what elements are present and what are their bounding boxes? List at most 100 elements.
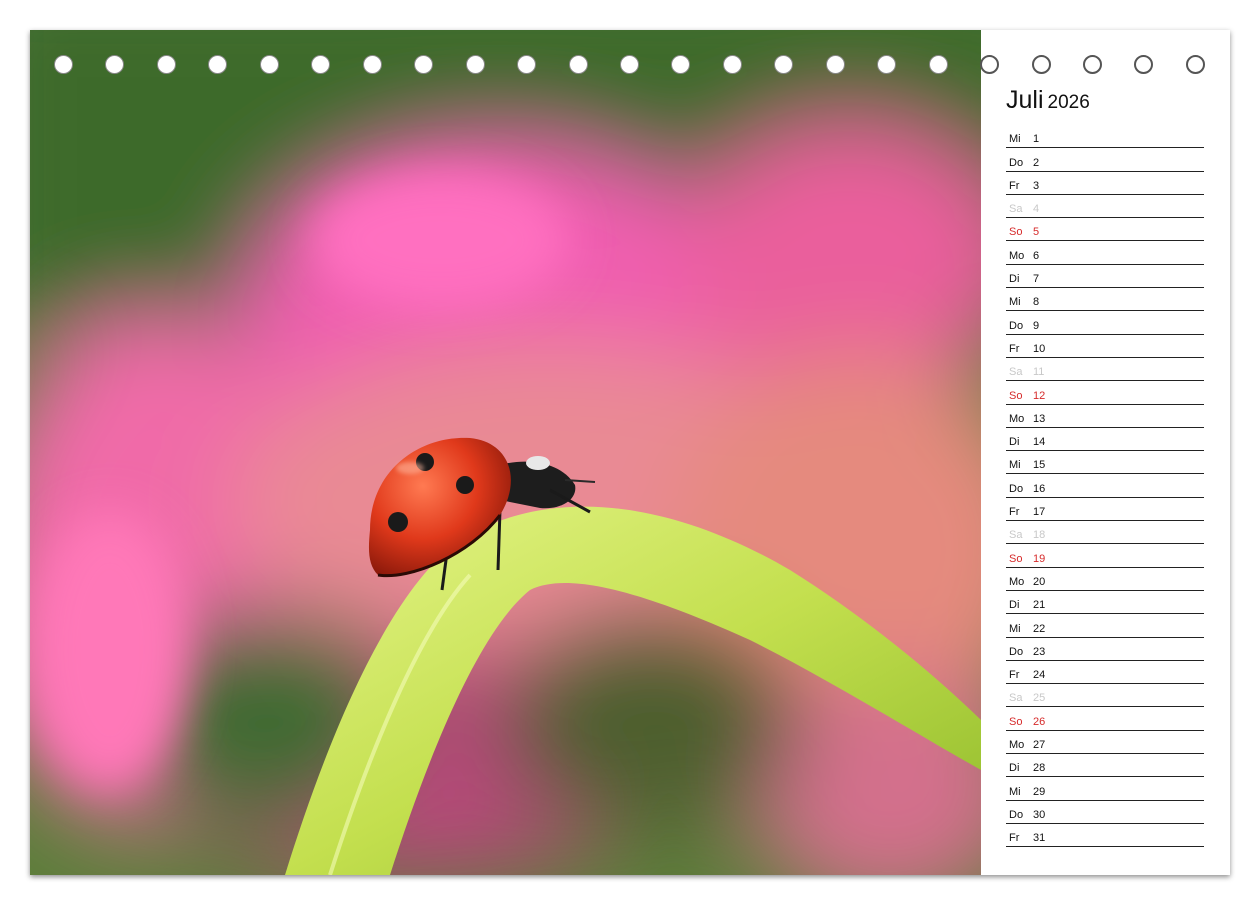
day-list: Mi 1 Do 2 Fr 3 Sa 4 So 5 Mo 6 Di 7 Mi 8 Do 9 Fr 10 Sa 11 So 12 M… [1006, 125, 1204, 848]
weekday-label: Sa [1009, 203, 1023, 216]
weekday-label: Mi [1009, 133, 1021, 146]
day-number: 21 [1033, 599, 1046, 612]
day-number: 24 [1033, 669, 1046, 682]
calendar-panel: Juli 2026 Mi 1 Do 2 Fr 3 Sa 4 So 5 Mo 6 Di 7 Mi 8 Do 9 Fr 10… [981, 30, 1230, 875]
day-row: Mo 6 [1006, 241, 1204, 265]
day-row: Mi 15 [1006, 451, 1204, 475]
weekday-label: Mo [1009, 739, 1025, 752]
day-row: Di 7 [1006, 265, 1204, 289]
weekday-label: Fr [1009, 506, 1020, 519]
day-number: 1 [1033, 133, 1040, 146]
weekday-label: Di [1009, 599, 1020, 612]
day-row: So 19 [1006, 544, 1204, 568]
day-row: Mo 13 [1006, 405, 1204, 428]
month-name: Juli [1006, 86, 1044, 114]
weekday-label: So [1009, 389, 1023, 402]
day-number: 19 [1033, 552, 1046, 565]
day-row: Fr 10 [1006, 335, 1204, 358]
day-row: So 26 [1006, 707, 1204, 731]
day-number: 26 [1033, 715, 1046, 728]
day-row: Sa 25 [1006, 684, 1204, 708]
day-row: Do 23 [1006, 638, 1204, 661]
day-row: Do 2 [1006, 148, 1204, 172]
day-number: 10 [1033, 342, 1046, 355]
day-number: 14 [1033, 436, 1046, 449]
weekday-label: Mi [1009, 296, 1021, 309]
month-title: Juli 2026 [1006, 86, 1090, 115]
weekday-label: Sa [1009, 692, 1023, 705]
day-row: Fr 3 [1006, 172, 1204, 195]
day-number: 29 [1033, 785, 1046, 798]
day-number: 18 [1033, 529, 1046, 542]
day-row: Di 14 [1006, 428, 1204, 452]
weekday-label: Sa [1009, 529, 1023, 542]
weekday-label: Di [1009, 762, 1020, 775]
weekday-label: Mo [1009, 412, 1025, 425]
day-row: Do 16 [1006, 474, 1204, 498]
day-number: 28 [1033, 762, 1046, 775]
day-number: 22 [1033, 622, 1046, 635]
day-number: 16 [1033, 482, 1046, 495]
weekday-label: Mo [1009, 249, 1025, 262]
day-number: 3 [1033, 179, 1040, 192]
day-number: 25 [1033, 692, 1046, 705]
day-row: Mo 27 [1006, 731, 1204, 755]
photo-illustration [30, 30, 981, 875]
weekday-label: Fr [1009, 832, 1020, 845]
day-number: 5 [1033, 226, 1040, 239]
weekday-label: Do [1009, 808, 1024, 821]
day-row: Do 30 [1006, 801, 1204, 824]
weekday-label: So [1009, 715, 1023, 728]
weekday-label: Do [1009, 645, 1024, 658]
day-row: So 5 [1006, 218, 1204, 242]
weekday-label: Fr [1009, 179, 1020, 192]
weekday-label: Fr [1009, 669, 1020, 682]
day-row: Fr 17 [1006, 498, 1204, 522]
day-row: Mo 20 [1006, 568, 1204, 591]
weekday-label: Do [1009, 156, 1024, 169]
day-number: 12 [1033, 389, 1046, 402]
weekday-label: Sa [1009, 366, 1023, 379]
day-number: 7 [1033, 273, 1040, 286]
ladybug-photo [30, 30, 981, 875]
day-row: Di 28 [1006, 754, 1204, 778]
day-row: Do 9 [1006, 311, 1204, 335]
weekday-label: Mi [1009, 785, 1021, 798]
weekday-label: So [1009, 552, 1023, 565]
day-row: So 12 [1006, 381, 1204, 405]
day-row: Mi 22 [1006, 614, 1204, 638]
day-number: 11 [1033, 366, 1045, 379]
day-number: 6 [1033, 249, 1040, 262]
day-number: 13 [1033, 412, 1046, 425]
day-row: Fr 31 [1006, 824, 1204, 848]
weekday-label: So [1009, 226, 1023, 239]
weekday-label: Di [1009, 273, 1020, 286]
day-row: Fr 24 [1006, 661, 1204, 685]
calendar-sheet: Juli 2026 Mi 1 Do 2 Fr 3 Sa 4 So 5 Mo 6 Di 7 Mi 8 Do 9 Fr 10… [30, 30, 1230, 875]
weekday-label: Di [1009, 436, 1020, 449]
weekday-label: Do [1009, 319, 1024, 332]
day-number: 30 [1033, 808, 1046, 821]
day-row: Sa 4 [1006, 195, 1204, 219]
day-row: Sa 18 [1006, 521, 1204, 545]
day-row: Mi 1 [1006, 125, 1204, 149]
weekday-label: Mo [1009, 575, 1025, 588]
day-row: Sa 11 [1006, 358, 1204, 382]
day-number: 2 [1033, 156, 1040, 169]
day-number: 15 [1033, 459, 1046, 472]
day-number: 4 [1033, 203, 1040, 216]
year-label: 2026 [1047, 92, 1090, 113]
weekday-label: Mi [1009, 622, 1021, 635]
day-row: Mi 29 [1006, 777, 1204, 801]
day-number: 17 [1033, 506, 1046, 519]
weekday-label: Do [1009, 482, 1024, 495]
day-number: 31 [1033, 832, 1046, 845]
day-number: 8 [1033, 296, 1040, 309]
weekday-label: Mi [1009, 459, 1021, 472]
day-number: 20 [1033, 575, 1046, 588]
weekday-label: Fr [1009, 342, 1020, 355]
day-number: 27 [1033, 739, 1046, 752]
day-row: Mi 8 [1006, 288, 1204, 312]
day-row: Di 21 [1006, 591, 1204, 615]
day-number: 23 [1033, 645, 1046, 658]
